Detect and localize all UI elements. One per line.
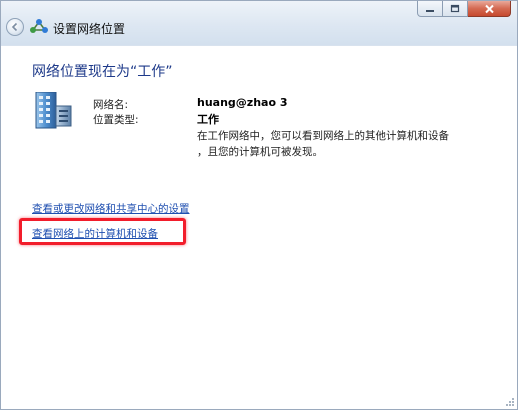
back-arrow-icon <box>11 22 18 32</box>
network-icon <box>30 19 48 33</box>
minimize-button[interactable] <box>417 1 443 17</box>
dialog-window: 设置网络位置 网络位置现在为“工作” 网络名: huang@zhao 3 位置类… <box>0 0 518 410</box>
resize-grip-icon[interactable] <box>505 397 515 407</box>
page-heading: 网络位置现在为“工作” <box>32 64 173 80</box>
title-bar: 设置网络位置 <box>1 1 517 46</box>
location-type-label: 位置类型: <box>93 114 139 126</box>
window-controls <box>417 1 511 18</box>
minimize-icon <box>426 9 434 12</box>
close-icon <box>484 4 494 13</box>
description-line-1: 在工作网络中，您可以看到网络上的其他计算机和设备 <box>197 130 449 142</box>
location-description: 在工作网络中，您可以看到网络上的其他计算机和设备 ，且您的计算机可被发现。 <box>197 128 467 160</box>
network-name-value: huang@zhao 3 <box>197 96 288 109</box>
window-title: 设置网络位置 <box>53 22 126 36</box>
location-type-value: 工作 <box>197 113 219 126</box>
close-button[interactable] <box>468 1 511 17</box>
maximize-icon <box>450 4 460 13</box>
network-name-label: 网络名: <box>93 99 129 111</box>
back-button[interactable] <box>6 18 24 36</box>
sharing-center-link[interactable]: 查看或更改网络和共享中心的设置 <box>32 201 190 216</box>
description-line-2: ，且您的计算机可被发现。 <box>197 146 323 158</box>
work-network-icon <box>35 92 72 129</box>
view-computers-link[interactable]: 查看网络上的计算机和设备 <box>32 226 158 241</box>
maximize-button[interactable] <box>443 1 468 17</box>
